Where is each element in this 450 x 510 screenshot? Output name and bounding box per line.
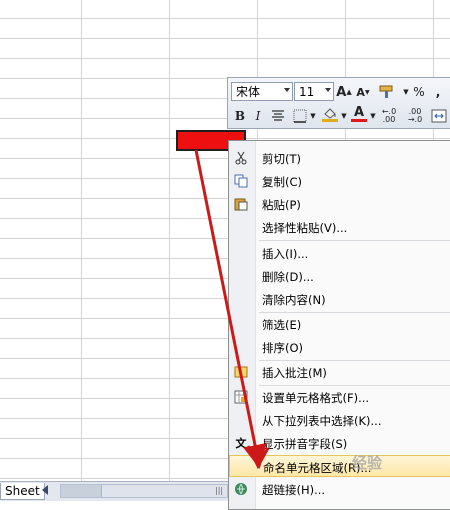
menu-item-label: 设置单元格格式(F)... bbox=[262, 391, 370, 405]
resize-grip-icon[interactable]: ||| bbox=[215, 487, 223, 495]
menu-item-clear-contents[interactable]: 清除内容(N) bbox=[229, 288, 450, 310]
menu-item-format-cells[interactable]: 设置单元格格式(F)... bbox=[229, 386, 450, 408]
sheet-tab-bar: Sheet ||| bbox=[0, 481, 228, 501]
mini-toolbar: 宋体 11 A ▲ A ▼ ▼ % , B I ▼ ▼ A ▼ ←.0.00 .00… bbox=[227, 77, 450, 129]
scroll-left-icon[interactable] bbox=[42, 485, 48, 495]
chevron-down-icon[interactable]: ▼ bbox=[403, 82, 409, 102]
menu-item-label: 剪切(T) bbox=[262, 152, 301, 166]
percent-style-button[interactable]: % bbox=[412, 82, 426, 102]
comment-icon bbox=[233, 364, 249, 380]
paste-icon bbox=[233, 196, 249, 212]
phonetic-icon: 文 bbox=[235, 437, 247, 450]
horizontal-scrollbar[interactable]: ||| bbox=[60, 484, 228, 498]
shrink-font-icon[interactable]: A ▼ bbox=[355, 82, 371, 102]
context-menu: 剪切(T) 复制(C) 粘贴(P) 选择性粘贴(V)... 插入(I)... 删… bbox=[228, 140, 450, 510]
chevron-down-icon[interactable]: ▼ bbox=[370, 106, 376, 126]
menu-item-hyperlink[interactable]: 超链接(H)... bbox=[229, 478, 450, 500]
grow-font-icon[interactable]: A ▲ bbox=[336, 82, 352, 102]
chevron-down-icon[interactable] bbox=[325, 88, 331, 92]
menu-item-sort[interactable]: 排序(O) bbox=[229, 336, 450, 358]
copy-icon bbox=[233, 173, 249, 189]
menu-item-paste[interactable]: 粘贴(P) bbox=[229, 193, 450, 215]
font-color-icon[interactable]: A bbox=[350, 104, 368, 124]
chevron-down-icon[interactable] bbox=[284, 88, 290, 92]
menu-item-paste-special[interactable]: 选择性粘贴(V)... bbox=[229, 216, 450, 238]
menu-item-insert-comment[interactable]: 插入批注(M) bbox=[229, 361, 450, 383]
sheet-tab[interactable]: Sheet bbox=[0, 483, 45, 500]
menu-item-cut[interactable]: 剪切(T) bbox=[229, 147, 450, 169]
menu-item-label: 选择性粘贴(V)... bbox=[262, 221, 348, 235]
decrease-decimal-icon[interactable]: .00 →.0 bbox=[404, 106, 426, 126]
menu-item-pick-from-list[interactable]: 从下拉列表中选择(K)... bbox=[229, 409, 450, 431]
menu-item-label: 清除内容(N) bbox=[262, 293, 326, 307]
comma-style-button[interactable]: , bbox=[431, 82, 445, 102]
watermark: 经验 bbox=[352, 454, 383, 472]
menu-item-label: 显示拼音字段(S) bbox=[262, 437, 348, 451]
font-name-value: 宋体 bbox=[236, 85, 261, 99]
menu-item-filter[interactable]: 筛选(E) bbox=[229, 313, 450, 335]
font-name-box[interactable]: 宋体 bbox=[231, 82, 293, 101]
font-size-value: 11 bbox=[299, 84, 315, 99]
bold-button[interactable]: B bbox=[233, 106, 247, 126]
menu-item-label: 排序(O) bbox=[262, 341, 304, 355]
format-painter-icon[interactable] bbox=[376, 82, 398, 102]
menu-item-label: 粘贴(P) bbox=[262, 198, 301, 212]
menu-item-label: 筛选(E) bbox=[262, 318, 302, 332]
italic-button[interactable]: I bbox=[251, 106, 265, 126]
menu-item-label: 超链接(H)... bbox=[262, 483, 326, 497]
menu-item-label: 删除(D)... bbox=[262, 270, 314, 284]
menu-item-label: 插入批注(M) bbox=[262, 366, 327, 380]
menu-item-define-name[interactable]: 命名单元格区域(R)... bbox=[229, 455, 450, 477]
menu-item-delete[interactable]: 删除(D)... bbox=[229, 265, 450, 287]
scissors-icon bbox=[233, 150, 249, 166]
chevron-down-icon[interactable]: ▼ bbox=[341, 106, 347, 126]
merge-center-icon[interactable] bbox=[430, 106, 448, 126]
menu-item-copy[interactable]: 复制(C) bbox=[229, 170, 450, 192]
format-cells-icon bbox=[233, 389, 249, 405]
chevron-down-icon[interactable]: ▼ bbox=[310, 106, 316, 126]
font-size-box[interactable]: 11 bbox=[294, 82, 334, 101]
menu-item-label: 插入(I)... bbox=[262, 247, 309, 261]
menu-separator bbox=[259, 240, 450, 241]
menu-item-label: 复制(C) bbox=[262, 175, 303, 189]
menu-item-show-phonetic[interactable]: 文 显示拼音字段(S) bbox=[229, 432, 450, 454]
menu-item-label: 从下拉列表中选择(K)... bbox=[262, 414, 382, 428]
increase-decimal-icon[interactable]: ←.0.00 bbox=[378, 106, 400, 126]
hyperlink-icon bbox=[233, 481, 249, 497]
fill-color-icon[interactable] bbox=[320, 105, 340, 125]
border-icon[interactable] bbox=[291, 106, 309, 126]
scrollbar-thumb[interactable] bbox=[61, 485, 102, 497]
menu-item-insert[interactable]: 插入(I)... bbox=[229, 242, 450, 264]
align-center-icon[interactable] bbox=[270, 106, 286, 126]
